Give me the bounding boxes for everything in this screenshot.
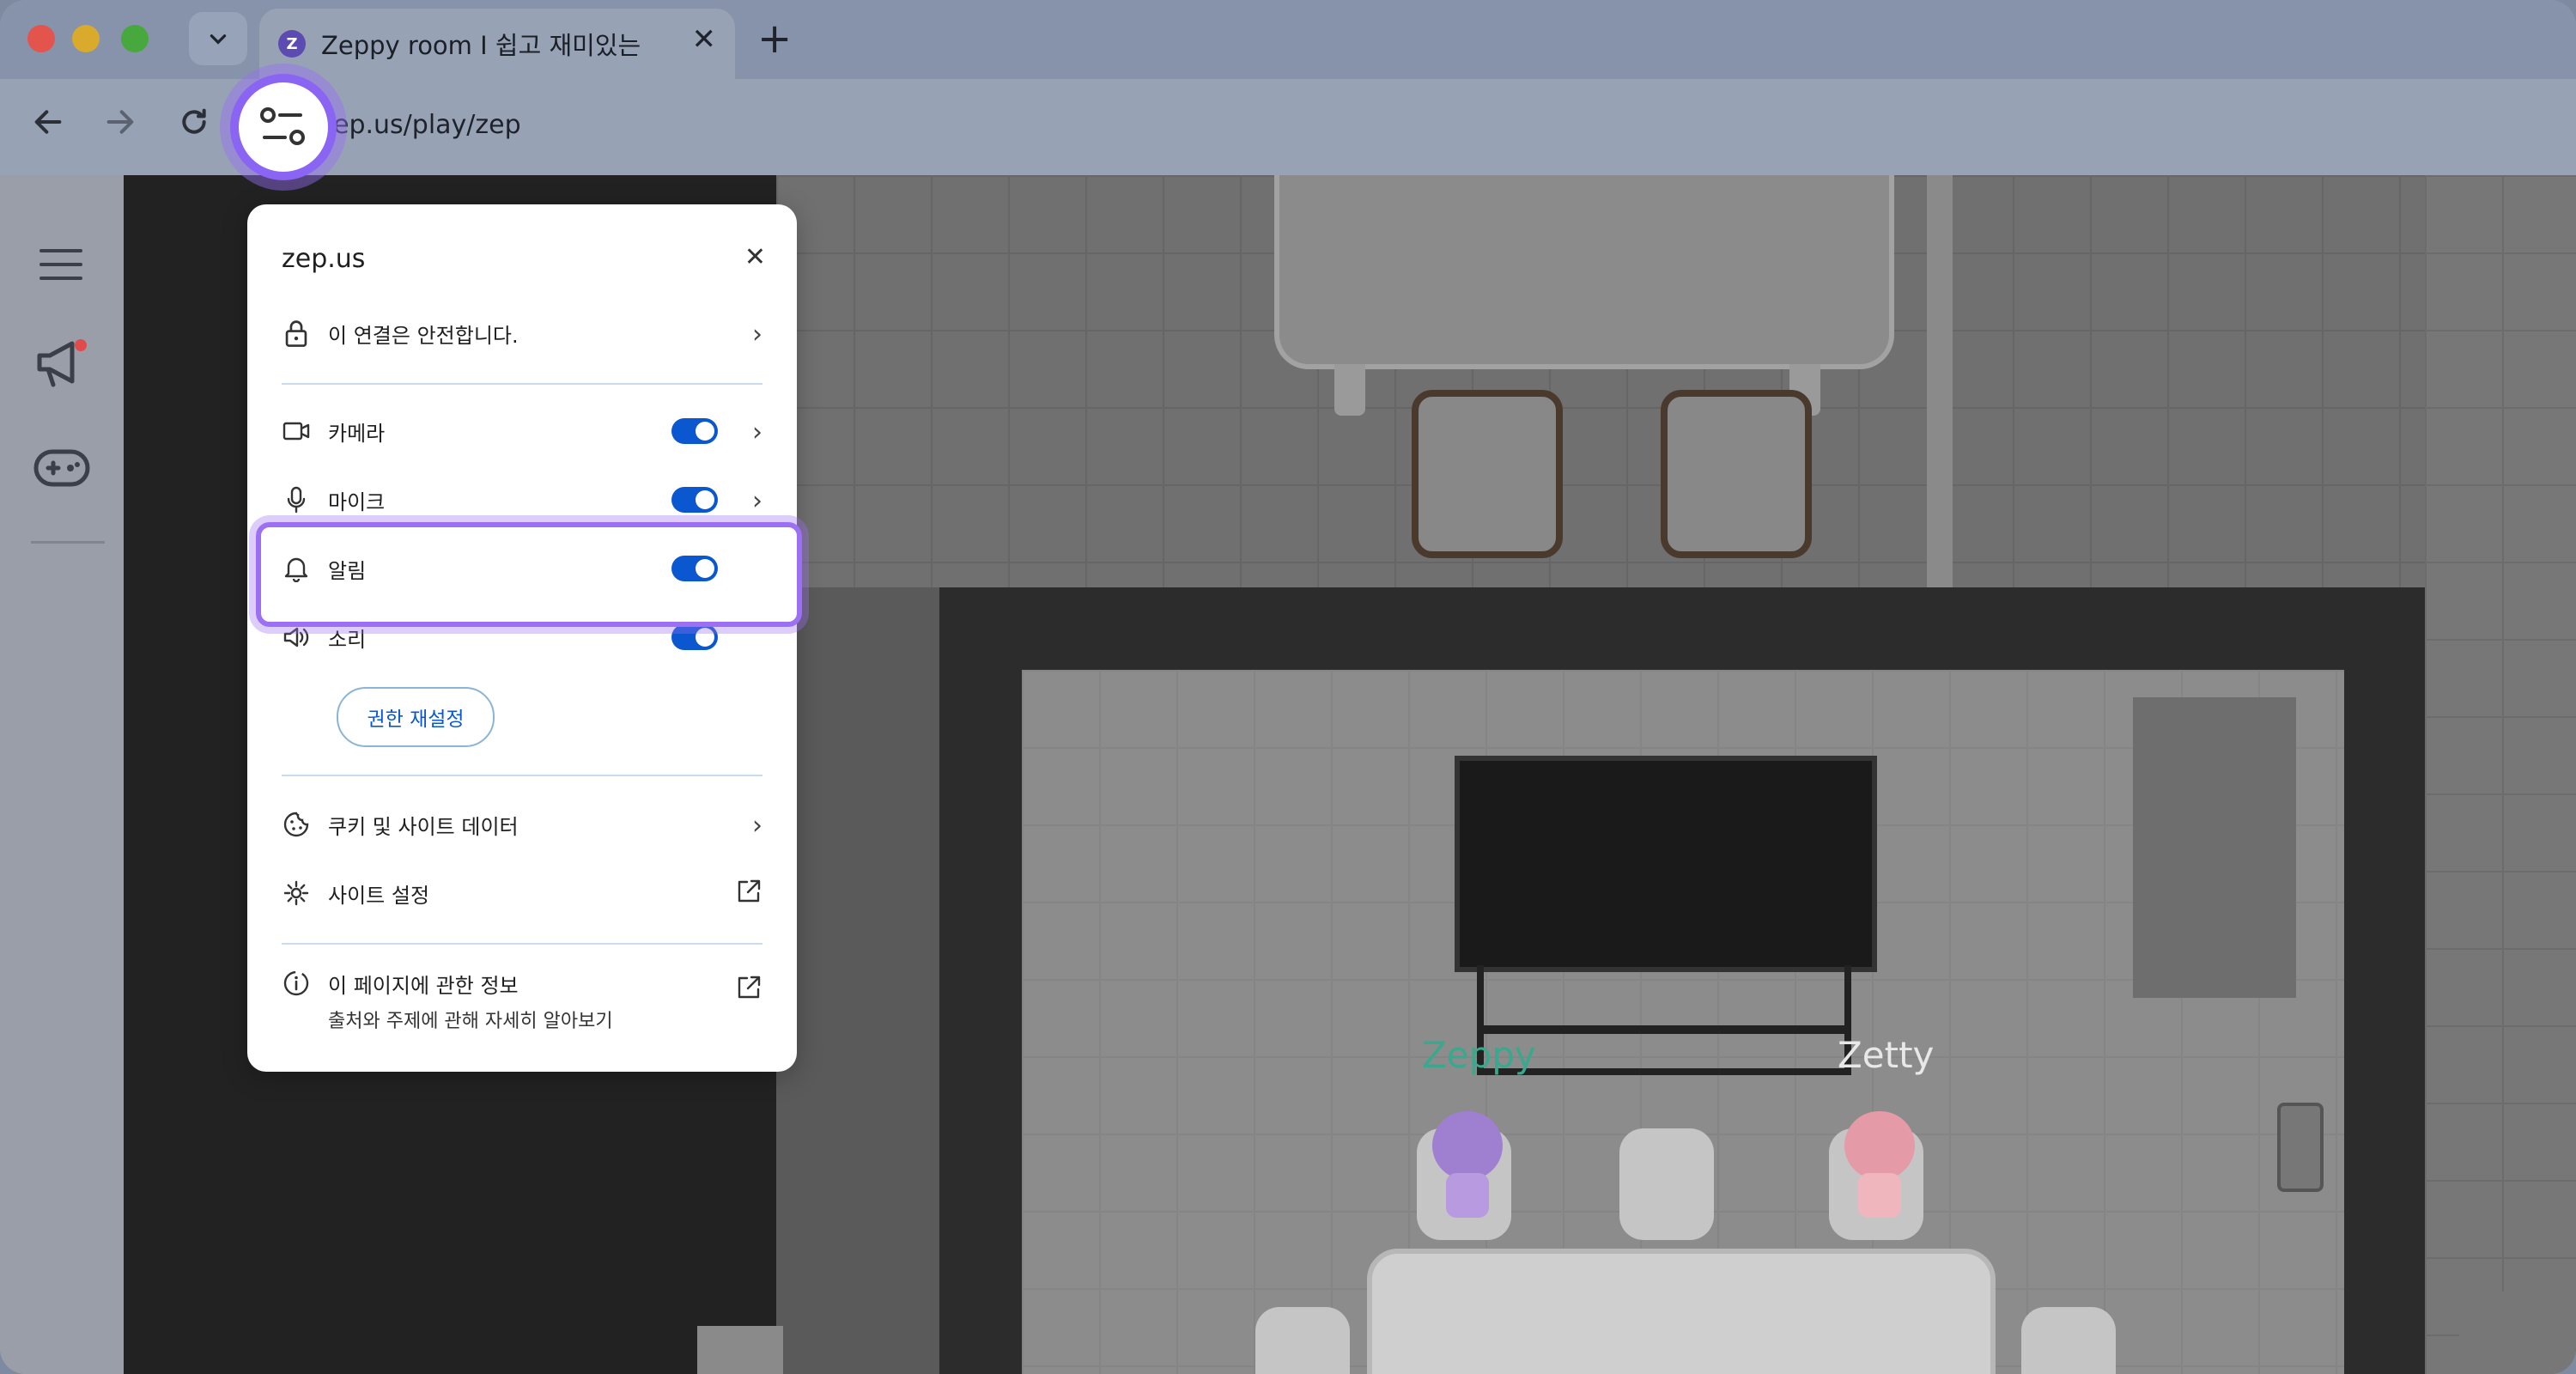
title-bar: Z Zeppy room I 쉽고 재미있는 ✕ + — [0, 0, 2576, 79]
tab-close-icon[interactable]: ✕ — [692, 22, 717, 57]
chair — [1619, 1128, 1714, 1240]
tab-search-button[interactable] — [189, 12, 247, 65]
lock-icon — [282, 319, 311, 348]
chevron-right-icon: › — [752, 811, 762, 841]
address-toolbar: ep.us/play/zep — [0, 79, 2576, 175]
permission-row-microphone[interactable]: 마이크 › — [282, 474, 762, 526]
close-window-button[interactable] — [27, 25, 55, 52]
notifications-highlight — [256, 522, 802, 627]
tv-screen — [1455, 756, 1877, 972]
partition — [1927, 175, 1953, 587]
wall-panel — [2133, 697, 2296, 998]
chair — [1255, 1307, 1350, 1374]
connection-label: 이 연결은 안전합니다. — [328, 323, 519, 348]
avatar-zetty[interactable] — [1832, 1094, 1927, 1223]
trash-bin — [2277, 1103, 2324, 1192]
divider — [282, 775, 762, 776]
sidebar-divider — [31, 541, 105, 544]
page-info-text: 이 페이지에 관한 정보 출처와 주제에 관해 자세히 알아보기 — [328, 964, 762, 1033]
info-icon — [282, 969, 311, 998]
megaphone-icon[interactable] — [34, 335, 91, 392]
floor-block — [2459, 1292, 2576, 1374]
popup-close-icon[interactable]: ✕ — [744, 242, 766, 272]
lower-table — [1367, 1249, 1996, 1374]
table-leg — [1334, 364, 1365, 416]
divider — [282, 943, 762, 945]
cookies-label: 쿠키 및 사이트 데이터 — [328, 814, 519, 839]
popup-domain: zep.us — [282, 244, 366, 274]
browser-window: Z Zeppy room I 쉽고 재미있는 ✕ + ep.us/play/ze… — [0, 0, 2576, 1374]
gamepad-icon[interactable] — [33, 447, 91, 489]
avatar-zeppy[interactable] — [1420, 1094, 1515, 1223]
forward-arrow-icon[interactable] — [103, 105, 137, 139]
tune-icon — [260, 107, 305, 145]
new-tab-button[interactable]: + — [757, 12, 792, 65]
speaker-icon — [282, 623, 311, 652]
browser-tab[interactable]: Z Zeppy room I 쉽고 재미있는 ✕ — [259, 9, 735, 79]
page-info-row[interactable]: 이 페이지에 관한 정보 출처와 주제에 관해 자세히 알아보기 — [282, 964, 762, 1041]
tab-title: Zeppy room I 쉽고 재미있는 — [321, 31, 641, 60]
microphone-toggle[interactable] — [671, 487, 718, 513]
page-info-title: 이 페이지에 관한 정보 — [328, 974, 519, 998]
floor-block — [697, 1326, 783, 1374]
site-settings-label: 사이트 설정 — [328, 883, 430, 908]
chevron-down-icon — [210, 34, 227, 45]
permission-row-camera[interactable]: 카메라 › — [282, 405, 762, 457]
url-text[interactable]: ep.us/play/zep — [333, 110, 521, 140]
chevron-right-icon: › — [752, 319, 762, 350]
zep-sidebar — [0, 175, 124, 1374]
avatar-name-zeppy: Zeppy — [1422, 1034, 1536, 1076]
chevron-right-icon: › — [752, 486, 762, 516]
page-info-subtitle: 출처와 주제에 관해 자세히 알아보기 — [328, 1011, 613, 1032]
chair — [2021, 1307, 2116, 1374]
reload-icon[interactable] — [177, 105, 211, 139]
floor-right — [2425, 175, 2576, 1374]
site-info-popup: zep.us ✕ 이 연결은 안전합니다. › 카메라 › 마이크 › 알림 소… — [247, 204, 797, 1072]
reset-permissions-button[interactable]: 권한 재설정 — [337, 687, 495, 747]
chair — [1412, 390, 1563, 558]
external-link-icon — [735, 878, 762, 905]
camera-icon — [282, 416, 311, 446]
chair — [1661, 390, 1812, 558]
tv-stand-bar — [1477, 1025, 1851, 1034]
cookies-row[interactable]: 쿠키 및 사이트 데이터 › — [282, 799, 762, 850]
chevron-right-icon: › — [752, 417, 762, 447]
cookie-icon — [282, 810, 311, 839]
site-info-button[interactable] — [239, 82, 328, 172]
zep-favicon-icon: Z — [278, 30, 306, 58]
minimize-window-button[interactable] — [72, 25, 100, 52]
avatar-name-zetty: Zetty — [1838, 1034, 1935, 1076]
sound-toggle[interactable] — [671, 624, 718, 650]
connection-row[interactable]: 이 연결은 안전합니다. › — [282, 307, 762, 359]
external-link-icon — [735, 974, 762, 1001]
menu-icon[interactable] — [38, 246, 84, 283]
gear-icon — [282, 879, 311, 908]
maximize-window-button[interactable] — [121, 25, 149, 52]
back-arrow-icon[interactable] — [31, 105, 65, 139]
microphone-icon — [282, 485, 311, 514]
site-settings-row[interactable]: 사이트 설정 — [282, 867, 762, 919]
upper-table — [1274, 175, 1894, 369]
divider — [282, 383, 762, 385]
camera-toggle[interactable] — [671, 418, 718, 444]
